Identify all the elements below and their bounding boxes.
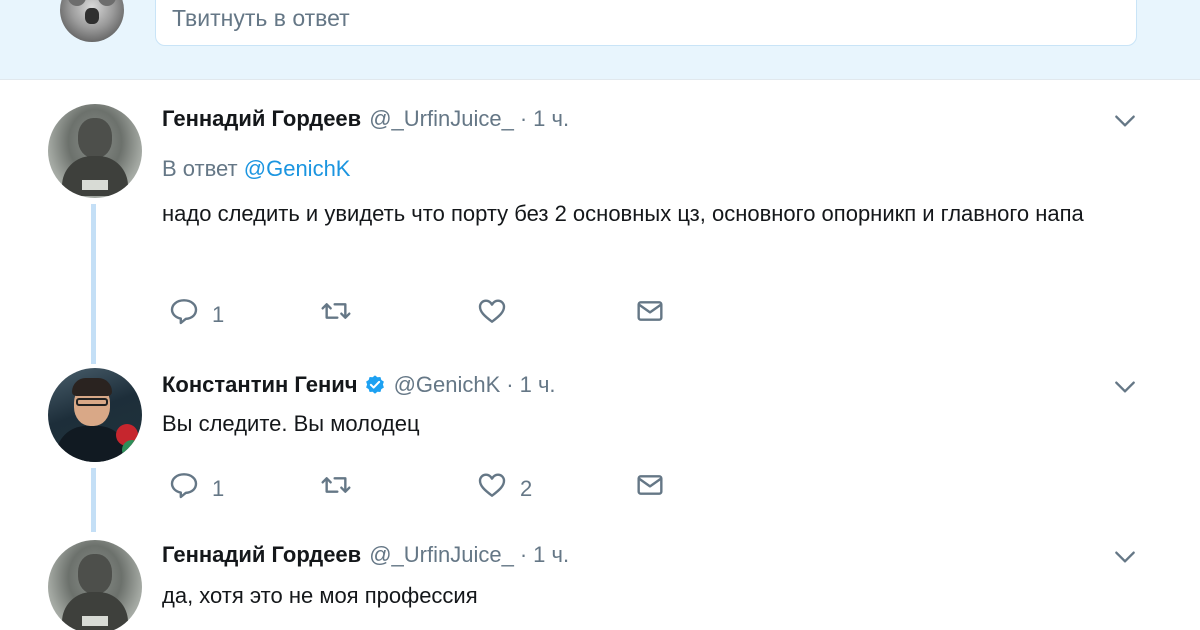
retweet-button[interactable] [320, 294, 364, 328]
separator-dot: · [519, 542, 528, 567]
retweet-icon [321, 477, 351, 493]
reply-input-placeholder: Твитнуть в ответ [172, 5, 350, 31]
tweet-header: Геннадий Гордеев @_UrfinJuice_ · 1 ч. [162, 106, 569, 132]
reply-composer: Твитнуть в ответ [0, 0, 1200, 80]
avatar-head [78, 554, 112, 594]
tweet-time[interactable]: 1 ч. [533, 542, 569, 568]
direct-message-button[interactable] [634, 294, 666, 328]
tweet-text: надо следить и увидеть что порту без 2 о… [162, 201, 1084, 226]
direct-message-button[interactable] [634, 468, 666, 502]
reply-mention-link[interactable]: @GenichK [244, 156, 351, 181]
avatar-ear-left [68, 0, 86, 6]
verified-badge-icon [365, 375, 384, 394]
chevron-down-icon[interactable] [1112, 108, 1138, 134]
retweet-icon [321, 303, 351, 319]
author-name[interactable]: Геннадий Гордеев [162, 106, 361, 132]
like-count: 2 [520, 476, 533, 501]
thread-line [91, 204, 96, 364]
avatar-snout [85, 8, 99, 24]
reply-input[interactable]: Твитнуть в ответ [155, 0, 1137, 46]
reply-button[interactable]: 1 [168, 468, 224, 502]
direct-message-icon [637, 475, 663, 495]
reply-icon [170, 299, 198, 325]
reply-count: 1 [212, 476, 225, 501]
avatar-head [78, 118, 112, 158]
like-button[interactable]: 2 [476, 468, 532, 502]
tweet-actions: 1 [162, 294, 702, 328]
author-handle[interactable]: @GenichK [394, 372, 501, 398]
avatar[interactable] [48, 540, 142, 630]
tweet-actions: 1 2 [162, 468, 702, 502]
like-heart-icon [478, 299, 506, 323]
tweet-text: да, хотя это не моя профессия [162, 583, 478, 608]
chevron-down-icon[interactable] [1112, 374, 1138, 400]
tweet[interactable]: Геннадий Гордеев @_UrfinJuice_ · 1 ч. В … [0, 80, 1200, 364]
separator-dot: · [519, 106, 528, 131]
tweet-header: Геннадий Гордеев @_UrfinJuice_ · 1 ч. [162, 542, 569, 568]
reply-icon [170, 473, 198, 499]
avatar-plate [82, 180, 108, 190]
avatar-glasses [76, 398, 108, 406]
chevron-down-icon[interactable] [1112, 544, 1138, 570]
tweet[interactable]: Константин Генич @GenichK · 1 ч. Вы след… [0, 356, 1200, 532]
avatar-hair [72, 378, 112, 396]
separator-dot: · [506, 372, 514, 397]
current-user-avatar[interactable] [60, 0, 124, 42]
author-name[interactable]: Константин Генич [162, 372, 358, 398]
author-name[interactable]: Геннадий Гордеев [162, 542, 361, 568]
reply-button[interactable]: 1 [168, 294, 224, 328]
reply-prefix: В ответ [162, 156, 238, 181]
avatar-body [62, 156, 128, 196]
avatar-microphone-flag [122, 440, 142, 460]
avatar-ear-right [98, 0, 116, 6]
tweet[interactable]: Геннадий Гордеев @_UrfinJuice_ · 1 ч. да… [0, 528, 1200, 630]
tweet-header: Константин Генич @GenichK · 1 ч. [162, 372, 556, 398]
avatar[interactable] [48, 368, 142, 462]
avatar[interactable] [48, 104, 142, 198]
tweet-time[interactable]: 1 ч. [520, 372, 556, 398]
retweet-button[interactable] [320, 468, 364, 502]
tweet-time[interactable]: 1 ч. [533, 106, 569, 132]
direct-message-icon [637, 301, 663, 321]
avatar-plate [82, 616, 108, 626]
reply-count: 1 [212, 302, 225, 327]
author-handle[interactable]: @_UrfinJuice_ [369, 106, 514, 132]
tweet-text: Вы следите. Вы молодец [162, 411, 420, 436]
author-handle[interactable]: @_UrfinJuice_ [369, 542, 514, 568]
thread-line [91, 468, 96, 532]
reply-context: В ответ @GenichK [162, 156, 350, 182]
like-heart-icon [478, 473, 506, 497]
like-button[interactable] [476, 294, 520, 328]
